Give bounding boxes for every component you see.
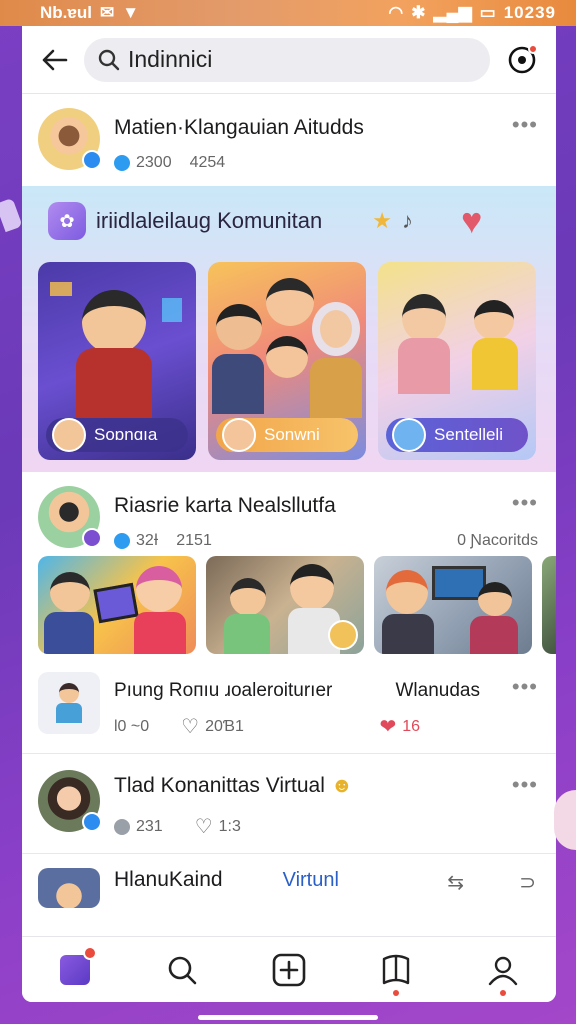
avatar <box>38 672 100 734</box>
post-count: 4254 <box>189 154 226 171</box>
community-card[interactable]: Sentelleli <box>378 262 536 460</box>
wifi-icon: ◠ <box>388 3 404 22</box>
plus-square-icon <box>272 953 306 986</box>
verified-icon <box>82 812 102 832</box>
media-thumbnail[interactable] <box>542 556 556 654</box>
music-icon: ♪ <box>401 208 413 233</box>
members-icon <box>114 155 130 171</box>
notification-button[interactable] <box>504 42 540 78</box>
community-card[interactable]: Sonwni <box>208 262 366 460</box>
avatar <box>38 770 102 832</box>
share-icon[interactable]: ⇆ <box>447 870 464 895</box>
search-input[interactable]: Indinnici <box>84 37 490 82</box>
search-query: Indinnici <box>128 46 213 72</box>
emoji-icon: ☻ <box>330 774 353 797</box>
avatar <box>38 486 102 548</box>
avatar <box>52 418 86 452</box>
like-icon[interactable]: ❤ <box>379 714 396 739</box>
home-indicator[interactable] <box>198 1015 378 1020</box>
tab-profile[interactable] <box>479 946 527 996</box>
bluetooth-icon: ✱ <box>411 3 426 22</box>
tab-search[interactable] <box>158 946 206 994</box>
card-label: Sentelleli <box>434 425 503 444</box>
list-item[interactable]: Tlad Konanittas Virtual ☻ 231 ♡ 1:3 ••• <box>22 754 556 853</box>
bottom-tab-bar <box>22 936 556 1002</box>
more-icon[interactable]: ••• <box>512 490 538 516</box>
list-item[interactable]: Riasrie karta Nealsllutfa 32Ɨ 2151 0 Ɲac… <box>22 472 556 556</box>
comment-icon[interactable]: ⊃ <box>519 870 536 895</box>
notification-dot <box>499 989 506 996</box>
notification-dot <box>528 43 538 54</box>
heart-icon: ♥ <box>460 200 483 241</box>
comment-icon: ♡ <box>194 816 213 838</box>
decoration <box>0 197 23 233</box>
post-title: Matien·Klangauian Aitudds <box>114 116 364 139</box>
list-item[interactable]: Pıung Roпıu ɹoaleroiturıer Wlanudas Ɩ0 ~… <box>22 656 556 753</box>
media-thumbnail[interactable] <box>374 556 532 654</box>
tab-library[interactable] <box>372 946 420 996</box>
search-icon <box>98 49 120 70</box>
post-title: Pıung Roпıu ɹoaleroiturıer <box>114 680 333 701</box>
globe-icon <box>392 418 426 452</box>
member-count: Ɩ0 ~0 <box>114 717 150 735</box>
member-count: 32Ɨ <box>136 532 159 549</box>
star-icon: ★ <box>372 208 392 233</box>
avatar <box>38 868 100 908</box>
arrow-left-icon <box>42 49 68 70</box>
tab-home[interactable] <box>51 945 99 994</box>
back-button[interactable] <box>40 45 70 75</box>
status-badge <box>82 528 102 548</box>
community-logo-icon: ✿ <box>48 202 86 240</box>
comment-count: 20Ɓ1 <box>205 717 244 735</box>
card-label: Soɒnɑıa <box>94 425 158 444</box>
tab-create[interactable] <box>265 946 313 994</box>
post-title: Riasrie karta Nealsllutfa <box>114 494 336 517</box>
status-bar: Nb.ɐul ✉ ▼ ◠ ✱ ▂▄▆ ▭ 10239 <box>0 0 576 26</box>
media-strip <box>22 556 556 656</box>
notification-dot <box>83 945 98 960</box>
search-icon <box>168 956 197 984</box>
media-thumbnail[interactable] <box>38 556 196 654</box>
top-bar: Indinnici <box>22 26 556 94</box>
avatar <box>222 418 256 452</box>
battery-icon: ▭ <box>479 3 496 22</box>
more-icon[interactable]: ••• <box>512 772 538 798</box>
activity-label: 0 Ɲacoritds <box>457 532 538 549</box>
list-item[interactable]: Matien·Klangauian Aitudds 2300 4254 ••• <box>22 94 556 186</box>
book-icon <box>382 954 409 984</box>
avatar <box>38 108 102 170</box>
member-count: 231 <box>136 817 163 835</box>
member-count: 2300 <box>136 154 172 171</box>
carrier-label: Nb.ɐul <box>40 3 92 22</box>
community-card[interactable]: Soɒnɑıa <box>38 262 196 460</box>
media-thumbnail[interactable] <box>206 556 364 654</box>
verified-icon <box>82 150 102 170</box>
post-title: HlanuKaind <box>114 868 223 891</box>
members-icon <box>114 533 130 549</box>
message-icon: ✉ <box>99 3 115 22</box>
signal-icon: ▂▄▆ <box>433 3 472 22</box>
post-title: Tlad Konanittas Virtual <box>114 774 325 797</box>
post-count: 2151 <box>176 532 212 549</box>
members-icon <box>114 818 130 835</box>
notification-dot <box>392 989 399 996</box>
community-banner: ✿ iriidlaleilaug Komunitan ★ ♪ ♥ Soɒnɑıa <box>22 186 556 472</box>
list-item[interactable]: HlanuKaind Virtunl ⇆ ⊃ <box>22 854 556 922</box>
more-icon[interactable]: ••• <box>512 674 538 700</box>
location-icon: ▼ <box>122 3 140 22</box>
banner-title: iriidlaleilaug Komunitan <box>96 208 323 233</box>
comment-icon: ♡ <box>181 716 200 738</box>
clock: 10239 <box>503 3 556 22</box>
app-screen: Indinnici Matien·Klangauian Aitudds 2300… <box>22 26 556 1002</box>
decoration <box>554 790 576 850</box>
comment-count: 1:3 <box>218 817 241 835</box>
post-tag: Wlanudas <box>395 680 481 701</box>
more-icon[interactable]: ••• <box>512 112 538 138</box>
like-count: 16 <box>402 717 420 735</box>
card-label: Sonwni <box>264 425 320 444</box>
post-tag: Virtunl <box>282 868 339 891</box>
user-icon <box>488 956 517 985</box>
